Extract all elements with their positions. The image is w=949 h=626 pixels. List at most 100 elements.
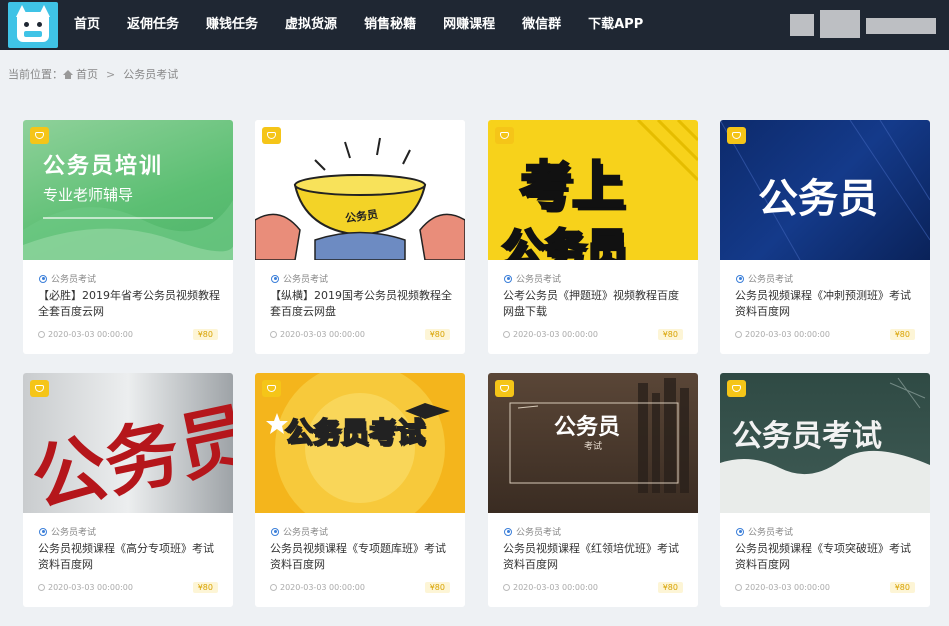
date-text: 2020-03-03 00:00:00 <box>280 583 365 592</box>
course-thumbnail[interactable]: 公务员 考试 <box>488 373 698 513</box>
site-logo[interactable] <box>8 2 58 48</box>
thumbnail-headline: 公务员 <box>554 415 621 440</box>
main-nav: 首页 返佣任务 赚钱任务 虚拟货源 销售秘籍 网赚课程 微信群 下载APP <box>62 0 658 50</box>
thumbnail-headline: 公务员考试 <box>284 415 426 450</box>
nav-item-sales-tips[interactable]: 销售秘籍 <box>352 0 428 50</box>
nav-item-wechat-group[interactable]: 微信群 <box>510 0 573 50</box>
vip-diamond-icon <box>30 127 49 144</box>
course-thumbnail[interactable]: 考上 公务员 <box>488 120 698 260</box>
course-category[interactable]: 公务员考试 <box>504 272 561 285</box>
vip-diamond-icon <box>262 127 281 144</box>
course-category[interactable]: 公务员考试 <box>271 525 328 538</box>
thumbnail-subline: 考试 <box>584 442 603 452</box>
publish-date: 2020-03-03 00:00:00 <box>38 330 133 339</box>
user-area-blurred[interactable] <box>866 18 936 34</box>
course-thumbnail[interactable]: 公务员 <box>255 120 465 260</box>
thumbnail-bowl-illustration <box>255 137 465 260</box>
course-title[interactable]: 公务员视频课程《冲刺预测班》考试资料百度网 <box>735 288 919 320</box>
logo-tag <box>24 31 42 37</box>
breadcrumb-home-link[interactable]: 首页 <box>76 66 98 82</box>
thumbnail-headline: 公务员 <box>758 176 878 222</box>
course-title[interactable]: 公务员视频课程《高分专项班》考试资料百度网 <box>38 541 222 573</box>
user-area-blurred[interactable] <box>790 14 814 36</box>
course-thumbnail[interactable]: 公务员之 <box>23 373 233 513</box>
vip-diamond-icon <box>727 127 746 144</box>
course-card[interactable]: 公务员 考试 公务员考试 公务员视频课程《红领培优班》考试资料百度网 2020-… <box>488 373 698 607</box>
clock-icon <box>735 584 742 591</box>
price-badge: ¥80 <box>424 582 450 593</box>
category-label: 公务员考试 <box>516 275 562 285</box>
thumbnail-headline: 考上 <box>518 156 625 219</box>
thumbnail-subline: 专业老师辅导 <box>43 186 134 204</box>
category-label: 公务员考试 <box>51 528 97 538</box>
course-title[interactable]: 公务员视频课程《专项突破班》考试资料百度网 <box>735 541 919 573</box>
date-text: 2020-03-03 00:00:00 <box>513 583 598 592</box>
thumbnail-headline: 公务员培训 <box>43 154 164 179</box>
publish-date: 2020-03-03 00:00:00 <box>38 583 133 592</box>
logo-face <box>17 12 49 42</box>
course-category[interactable]: 公务员考试 <box>736 525 793 538</box>
course-card[interactable]: 公务员考试 公务员考试 公务员视频课程《专项突破班》考试资料百度网 2020-0… <box>720 373 930 607</box>
price-badge: ¥80 <box>889 329 915 340</box>
course-card[interactable]: 公务员考试 公务员考试 公务员视频课程《专项题库班》考试资料百度网 2020-0… <box>255 373 465 607</box>
logo-eye-left <box>24 22 29 27</box>
breadcrumb-label: 当前位置： <box>8 68 63 81</box>
course-title[interactable]: 公务员视频课程《红领培优班》考试资料百度网 <box>503 541 687 573</box>
course-category[interactable]: 公务员考试 <box>39 525 96 538</box>
category-label: 公务员考试 <box>748 528 794 538</box>
course-category[interactable]: 公务员考试 <box>271 272 328 285</box>
category-dot-icon <box>504 274 512 283</box>
category-dot-icon <box>39 274 47 283</box>
course-card[interactable]: 公务员 公务员考试 【纵横】2019国考公务员视频教程全套百度云网盘 2020-… <box>255 120 465 354</box>
course-category[interactable]: 公务员考试 <box>39 272 96 285</box>
home-icon <box>63 69 73 79</box>
nav-item-online-courses[interactable]: 网赚课程 <box>431 0 507 50</box>
category-label: 公务员考试 <box>748 275 794 285</box>
breadcrumb-separator: > <box>106 67 116 81</box>
price-badge: ¥80 <box>889 582 915 593</box>
breadcrumb-current: 公务员考试 <box>123 68 179 81</box>
nav-item-rebate-tasks[interactable]: 返佣任务 <box>115 0 191 50</box>
user-area-blurred[interactable] <box>820 10 860 38</box>
course-card[interactable]: 公务员 公务员考试 公务员视频课程《冲刺预测班》考试资料百度网 2020-03-… <box>720 120 930 354</box>
publish-date: 2020-03-03 00:00:00 <box>270 330 365 339</box>
vip-diamond-icon <box>262 380 281 397</box>
course-thumbnail[interactable]: 公务员培训 专业老师辅导 <box>23 120 233 260</box>
nav-item-home[interactable]: 首页 <box>62 0 112 50</box>
clock-icon <box>503 584 510 591</box>
thumbnail-headline: 公务员考试 <box>732 419 882 454</box>
course-title[interactable]: 公务员视频课程《专项题库班》考试资料百度网 <box>270 541 454 573</box>
course-thumbnail[interactable]: 公务员考试 <box>720 373 930 513</box>
top-navigation-bar: 首页 返佣任务 赚钱任务 虚拟货源 销售秘籍 网赚课程 微信群 下载APP <box>0 0 949 50</box>
clock-icon <box>270 584 277 591</box>
publish-date: 2020-03-03 00:00:00 <box>735 330 830 339</box>
date-text: 2020-03-03 00:00:00 <box>280 330 365 339</box>
category-label: 公务员考试 <box>283 275 329 285</box>
category-label: 公务员考试 <box>51 275 97 285</box>
course-thumbnail[interactable]: 公务员 <box>720 120 930 260</box>
thumbnail-subline: 公务员 <box>500 224 629 261</box>
nav-item-virtual-goods[interactable]: 虚拟货源 <box>273 0 349 50</box>
date-text: 2020-03-03 00:00:00 <box>745 330 830 339</box>
publish-date: 2020-03-03 00:00:00 <box>503 583 598 592</box>
vip-diamond-icon <box>495 127 514 144</box>
nav-item-earn-tasks[interactable]: 赚钱任务 <box>194 0 270 50</box>
nav-item-download-app[interactable]: 下载APP <box>576 0 655 50</box>
course-thumbnail[interactable]: 公务员考试 <box>255 373 465 513</box>
vip-diamond-icon <box>727 380 746 397</box>
course-category[interactable]: 公务员考试 <box>504 525 561 538</box>
publish-date: 2020-03-03 00:00:00 <box>735 583 830 592</box>
price-badge: ¥80 <box>657 582 683 593</box>
category-dot-icon <box>271 527 279 536</box>
category-label: 公务员考试 <box>283 528 329 538</box>
course-card[interactable]: 公务员培训 专业老师辅导 公务员考试 【必胜】2019年省考公务员视频教程全套百… <box>23 120 233 354</box>
course-title[interactable]: 【纵横】2019国考公务员视频教程全套百度云网盘 <box>270 288 454 320</box>
course-card[interactable]: 公务员之 公务员考试 公务员视频课程《高分专项班》考试资料百度网 2020-03… <box>23 373 233 607</box>
course-category[interactable]: 公务员考试 <box>736 272 793 285</box>
course-title[interactable]: 【必胜】2019年省考公务员视频教程全套百度云网 <box>38 288 222 320</box>
course-card[interactable]: 考上 公务员 公务员考试 公考公务员《押题班》视频教程百度网盘下载 2020-0… <box>488 120 698 354</box>
course-title[interactable]: 公考公务员《押题班》视频教程百度网盘下载 <box>503 288 687 320</box>
vip-diamond-icon <box>30 380 49 397</box>
publish-date: 2020-03-03 00:00:00 <box>503 330 598 339</box>
date-text: 2020-03-03 00:00:00 <box>513 330 598 339</box>
